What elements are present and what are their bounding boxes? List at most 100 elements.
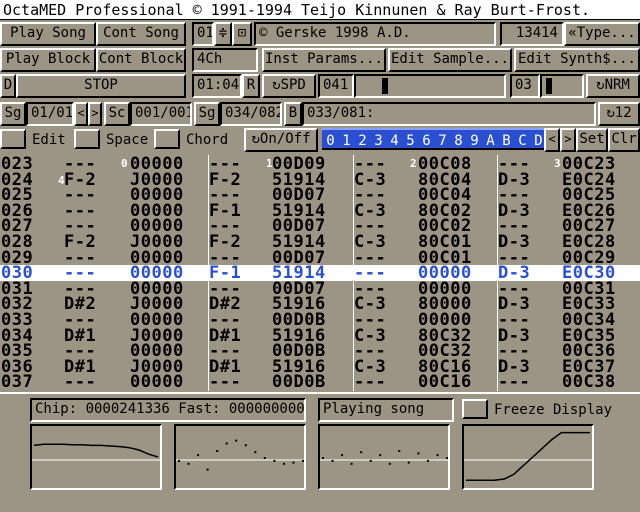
freeze-display-checkbox[interactable]: [462, 399, 488, 419]
clr-button[interactable]: Clr: [608, 128, 640, 152]
slider-knob[interactable]: [546, 78, 552, 94]
block-value[interactable]: 033/081:: [302, 102, 596, 126]
scope-2: [174, 424, 306, 490]
command-cell[interactable]: 00000: [130, 374, 184, 391]
track-marker: 2: [410, 157, 417, 170]
scope-2-svg: [176, 439, 304, 471]
scope-sample: [341, 454, 344, 457]
edit-label: Edit: [32, 132, 66, 148]
scope-sample: [379, 454, 382, 457]
scope-wave: [33, 443, 159, 458]
pattern-editor[interactable]: 023 --- 00000 --- 00D09 --- 00C08 --- 00C23 024 F-…: [0, 155, 640, 391]
d-button[interactable]: D: [0, 74, 16, 98]
scope-sample: [426, 459, 429, 462]
stepper-icon: ≑: [218, 25, 228, 41]
play-block-button[interactable]: Play Block: [0, 48, 96, 72]
sg2-button[interactable]: Sg: [194, 102, 220, 126]
space-checkbox[interactable]: [74, 129, 100, 149]
title-bar: OctaMED Professional © 1991-1994 Teijo K…: [0, 0, 640, 20]
edit-synth-button[interactable]: Edit Synth$...: [514, 48, 640, 72]
pattern-row[interactable]: 037 --- 00000 --- 00D0B --- 00C16 --- 00C38: [0, 372, 640, 391]
sc-button[interactable]: Sc: [104, 102, 130, 126]
block-button[interactable]: B: [284, 102, 302, 126]
scope-sample: [369, 459, 372, 462]
track-prev-button[interactable]: <: [544, 128, 560, 152]
note-cell[interactable]: ---: [354, 374, 386, 391]
edit-checkbox[interactable]: [0, 129, 26, 149]
track-divider: [497, 155, 498, 391]
space-label: Space: [106, 132, 149, 148]
song-name-field[interactable]: © Gerske 1998 A.D.: [254, 22, 496, 46]
scope-sample: [350, 462, 353, 465]
scope-3-svg: [320, 450, 448, 465]
next-button[interactable]: >: [88, 102, 102, 126]
channels-select[interactable]: 4Ch: [192, 48, 258, 72]
song-number[interactable]: 01: [192, 22, 214, 46]
scope-sample: [292, 461, 295, 464]
sg2-value: 034/082: [220, 102, 282, 126]
scope-sample: [322, 457, 324, 459]
octave-button[interactable]: ↻12: [598, 102, 640, 126]
stop-button[interactable]: STOP: [16, 74, 186, 98]
spd-button[interactable]: ↻SPD: [262, 74, 316, 98]
play-state: Playing song: [318, 398, 454, 422]
scope-sample: [302, 459, 304, 462]
lock-icon: ⊡: [237, 25, 247, 41]
command-cell[interactable]: 00D0B: [272, 374, 326, 391]
track-next-button[interactable]: >: [560, 128, 576, 152]
type-button[interactable]: «Type...: [564, 22, 640, 46]
copyright-icon: ©: [259, 25, 276, 41]
scope-sample: [273, 459, 276, 462]
track-marker: 0: [121, 157, 128, 170]
r-button[interactable]: R: [242, 74, 260, 98]
scope-sample: [417, 452, 420, 455]
note-cell[interactable]: ---: [209, 374, 241, 391]
scope-sample: [216, 450, 219, 452]
song-stepper[interactable]: ≑: [214, 22, 232, 46]
nrm-button[interactable]: ↻NRM: [586, 74, 640, 98]
cont-song-button[interactable]: Cont Song: [96, 22, 186, 46]
track-marker: 3: [554, 157, 561, 170]
scope-sample: [197, 454, 200, 457]
sample-number: 03: [510, 74, 540, 98]
prev-button[interactable]: <: [74, 102, 88, 126]
inst-params-button[interactable]: Inst Params...: [262, 48, 386, 72]
spd-value: 041: [318, 74, 354, 98]
chord-checkbox[interactable]: [154, 129, 180, 149]
set-button[interactable]: Set: [576, 128, 608, 152]
sg-button[interactable]: Sg: [0, 102, 26, 126]
scope-3: [318, 424, 450, 490]
scope-sample: [360, 451, 363, 454]
command-cell[interactable]: 00C16: [418, 374, 472, 391]
scope-sample: [407, 461, 410, 464]
scope-sample: [235, 439, 238, 442]
play-song-button[interactable]: Play Song: [0, 22, 96, 46]
scope-sample: [398, 450, 401, 452]
track-divider: [353, 155, 354, 391]
sample-slider[interactable]: [540, 74, 584, 98]
scope-sample: [254, 451, 257, 454]
time-display: 01:04: [192, 74, 242, 98]
command-cell[interactable]: 00C38: [562, 374, 616, 391]
edit-sample-button[interactable]: Edit Sample...: [388, 48, 512, 72]
row-number: 037: [1, 372, 34, 391]
lock-button[interactable]: ⊡: [232, 22, 252, 46]
cycle-icon: ↻: [251, 131, 260, 147]
track-marker: 4: [58, 174, 65, 187]
track-marker: 1: [266, 157, 273, 170]
on-off-button[interactable]: ↻On/Off: [244, 128, 318, 152]
scope-1-svg: [32, 443, 160, 461]
slider-knob[interactable]: [382, 78, 388, 94]
chord-label: Chord: [186, 132, 229, 148]
scope-4: [462, 424, 594, 490]
scope-sample: [225, 442, 228, 445]
note-cell[interactable]: ---: [64, 374, 96, 391]
scope-sample: [263, 457, 266, 459]
track-divider: [208, 155, 209, 391]
scope-sample: [187, 462, 190, 465]
spd-slider[interactable]: [354, 74, 506, 98]
scope-1: [30, 424, 162, 490]
note-cell[interactable]: ---: [498, 374, 530, 391]
sg-value: 01/01: [26, 102, 74, 126]
cont-block-button[interactable]: Cont Block: [96, 48, 186, 72]
